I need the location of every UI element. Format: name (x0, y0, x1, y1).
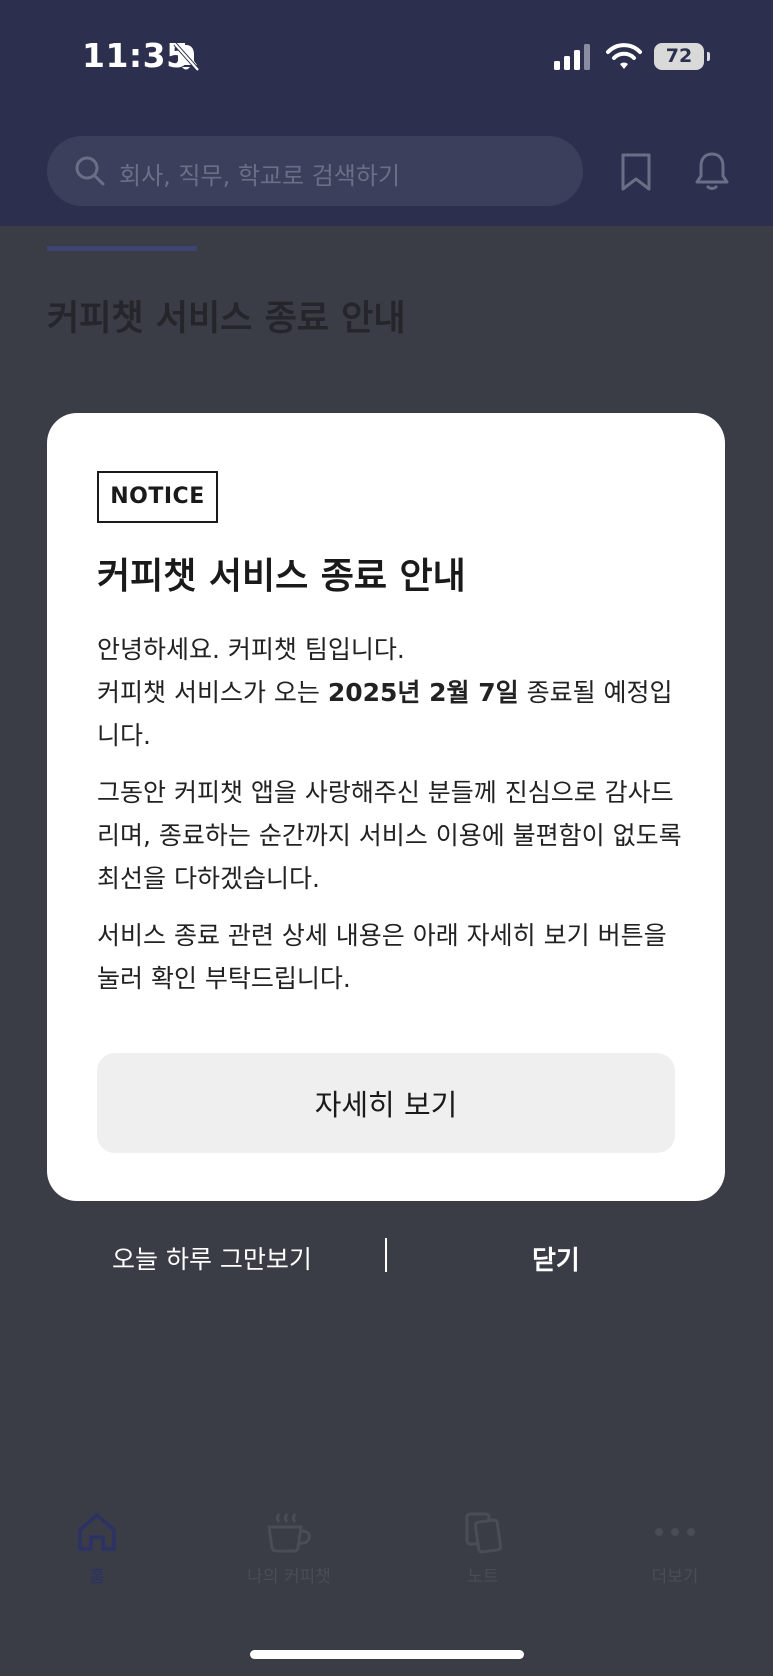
nav-item-my-coffeechat[interactable]: 나의 커피챗 (214, 1510, 364, 1587)
home-indicator (250, 1650, 524, 1659)
bell-icon[interactable] (694, 150, 730, 192)
page-title: 커피챗 서비스 종료 안내 (47, 299, 406, 339)
nav-item-note[interactable]: 노트 (408, 1510, 558, 1587)
tab-indicator (47, 246, 197, 251)
status-bar: 11:35 72 (0, 0, 773, 112)
detail-guide-paragraph: 서비스 종료 관련 상세 내용은 아래 자세히 보기 버튼을 눌러 확인 부탁드… (97, 921, 667, 993)
dismiss-today-button[interactable]: 오늘 하루 그만보기 (112, 1240, 312, 1276)
close-button[interactable]: 닫기 (532, 1240, 580, 1277)
nav-label: 홈 (89, 1567, 105, 1587)
action-divider (385, 1238, 387, 1272)
view-details-button[interactable]: 자세히 보기 (97, 1053, 675, 1153)
search-placeholder: 회사, 직무, 학교로 검색하기 (119, 162, 401, 190)
more-dots-icon (655, 1528, 695, 1536)
nav-item-home[interactable]: 홈 (22, 1510, 172, 1587)
battery-icon: 72 (654, 43, 710, 70)
modal-paragraph: 안녕하세요. 커피챗 팀입니다. 커피챗 서비스가 오는 2025년 2월 7일… (97, 628, 687, 757)
home-icon (78, 1513, 116, 1551)
notice-badge: NOTICE (97, 471, 218, 523)
nav-item-more[interactable]: 더보기 (600, 1510, 750, 1587)
bell-off-icon (173, 42, 200, 72)
search-icon (75, 156, 105, 186)
search-input[interactable]: 회사, 직무, 학교로 검색하기 (47, 136, 583, 206)
bookmark-icon[interactable] (620, 152, 652, 192)
nav-label: 나의 커피챗 (247, 1567, 331, 1587)
modal-body: 안녕하세요. 커피챗 팀입니다. 커피챗 서비스가 오는 2025년 2월 7일… (97, 628, 687, 1014)
end-date: 2025년 2월 7일 (327, 678, 519, 707)
greeting-text: 안녕하세요. 커피챗 팀입니다. (97, 635, 405, 664)
notes-icon (465, 1512, 503, 1554)
end-notice-pre: 커피챗 서비스가 오는 (97, 678, 328, 707)
notice-modal: NOTICE 커피챗 서비스 종료 안내 안녕하세요. 커피챗 팀입니다. 커피… (47, 413, 725, 1201)
app-header: 11:35 72 회사, 직무, 학교로 검색하기 (0, 0, 773, 226)
coffee-cup-icon (267, 1513, 311, 1553)
bottom-nav: 홈 나의 커피챗 노트 더보기 (0, 1510, 773, 1630)
modal-title: 커피챗 서비스 종료 안내 (97, 556, 466, 597)
wifi-icon (606, 43, 642, 69)
signal-icon (554, 44, 590, 70)
thanks-paragraph: 그동안 커피챗 앱을 사랑해주신 분들께 진심으로 감사드리며, 종료하는 순간… (97, 778, 682, 893)
nav-label: 노트 (467, 1567, 499, 1587)
nav-label: 더보기 (651, 1567, 699, 1587)
